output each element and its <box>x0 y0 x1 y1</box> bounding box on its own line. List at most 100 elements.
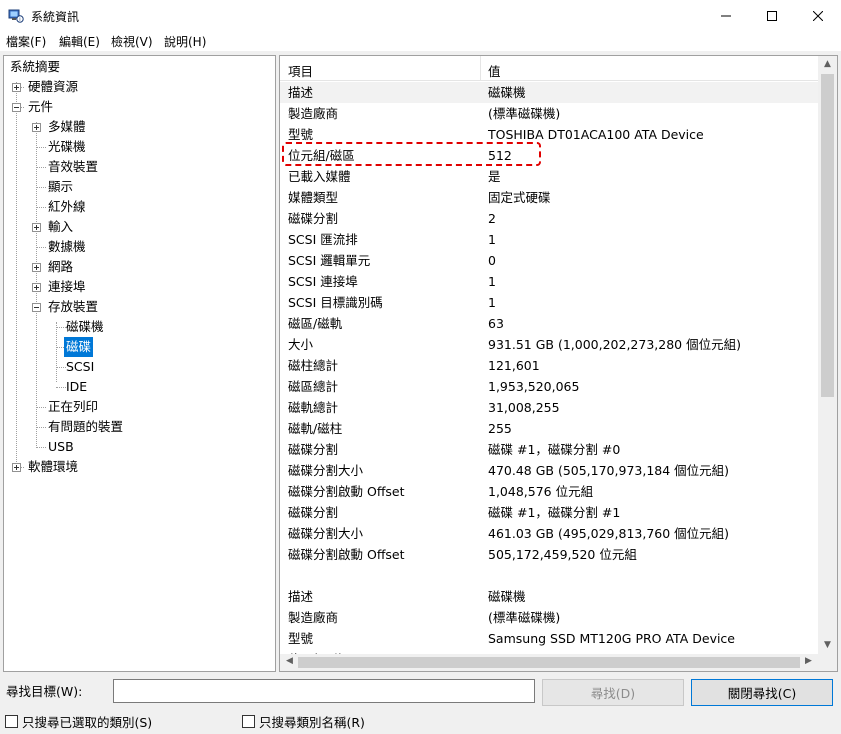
minimize-button[interactable] <box>703 0 749 31</box>
table-row[interactable]: 磁碟分割 磁碟 #1，磁碟分割 #0 <box>280 439 818 460</box>
menu-help[interactable]: 說明(H) <box>164 33 206 50</box>
value-cell: 505,172,459,520 位元組 <box>488 547 637 562</box>
svg-text:i: i <box>19 17 20 23</box>
table-row[interactable]: 描述 磁碟機 <box>280 82 818 103</box>
table-row[interactable]: SCSI 目標識別碼 1 <box>280 292 818 313</box>
tree-item-components[interactable]: 元件 <box>28 97 53 117</box>
tree-item-infrared[interactable]: 紅外線 <box>48 197 86 217</box>
minimize-icon <box>721 15 731 16</box>
table-row[interactable]: 磁柱總計 121,601 <box>280 355 818 376</box>
table-row[interactable]: 磁碟分割啟動 Offset 1,048,576 位元組 <box>280 481 818 502</box>
tree-item-usb[interactable]: USB <box>48 437 74 457</box>
menu-edit[interactable]: 編輯(E) <box>59 33 100 50</box>
scroll-right-icon[interactable]: ▶ <box>799 656 818 666</box>
expand-icon[interactable] <box>32 263 41 272</box>
tree-connector <box>36 207 46 208</box>
value-cell: 固定式硬碟 <box>488 190 551 205</box>
horizontal-scroll-thumb[interactable] <box>298 657 800 668</box>
table-row[interactable]: 型號 Samsung SSD MT120G PRO ATA Device <box>280 628 818 649</box>
tree-connector <box>36 407 46 408</box>
table-row[interactable]: SCSI 連接埠 1 <box>280 271 818 292</box>
find-button[interactable]: 尋找(D) <box>542 679 684 706</box>
table-row[interactable]: 製造廠商 (標準磁碟機) <box>280 607 818 628</box>
column-header-item[interactable]: 項目 <box>288 61 313 80</box>
value-cell: 63 <box>488 316 504 331</box>
tree-item-display[interactable]: 顯示 <box>48 177 73 197</box>
tree-item-modem[interactable]: 數據機 <box>48 237 86 257</box>
horizontal-scrollbar[interactable]: ◀ ▶ <box>280 654 818 671</box>
tree-item-problem-devices[interactable]: 有問題的裝置 <box>48 417 123 437</box>
table-row[interactable] <box>280 565 818 586</box>
collapse-icon[interactable] <box>32 303 41 312</box>
vertical-scrollbar[interactable]: ▲ ▼ <box>818 56 837 654</box>
scroll-up-icon[interactable]: ▲ <box>818 59 837 69</box>
value-cell: 1 <box>488 295 496 310</box>
category-tree[interactable]: 系統摘要 硬體資源 元件 多媒體 光碟機 音效裝置 顯示 紅外線 輸入 數據機 … <box>3 55 276 672</box>
item-cell: SCSI 連接埠 <box>288 274 358 289</box>
tree-item-disks[interactable]: 磁碟 <box>64 337 94 357</box>
scrollbar-corner <box>818 654 837 671</box>
table-row[interactable]: 描述 磁碟機 <box>280 586 818 607</box>
tree-item-drives[interactable]: 磁碟機 <box>66 317 104 337</box>
item-cell: SCSI 邏輯單元 <box>288 253 371 268</box>
value-cell: 1 <box>488 232 496 247</box>
tree-item-software-environment[interactable]: 軟體環境 <box>28 457 78 477</box>
maximize-button[interactable] <box>749 0 795 31</box>
search-category-names-checkbox[interactable]: 只搜尋類別名稱(R) <box>242 712 365 731</box>
table-row[interactable]: 磁區/磁軌 63 <box>280 313 818 334</box>
close-button[interactable] <box>795 0 841 31</box>
menu-view[interactable]: 檢視(V) <box>111 33 153 50</box>
table-row[interactable]: 磁碟分割 磁碟 #1，磁碟分割 #1 <box>280 502 818 523</box>
find-input[interactable] <box>113 679 535 703</box>
tree-item-printing[interactable]: 正在列印 <box>48 397 98 417</box>
expand-icon[interactable] <box>12 83 21 92</box>
tree-item-multimedia[interactable]: 多媒體 <box>48 117 86 137</box>
tree-item-system-summary[interactable]: 系統摘要 <box>10 57 60 77</box>
table-row[interactable]: 已載入媒體 是 <box>280 166 818 187</box>
tree-connector <box>36 247 46 248</box>
table-row[interactable]: 磁碟分割大小 461.03 GB (495,029,813,760 個位元組) <box>280 523 818 544</box>
tree-item-storage[interactable]: 存放裝置 <box>48 297 98 317</box>
table-row[interactable]: 媒體類型 固定式硬碟 <box>280 187 818 208</box>
expand-icon[interactable] <box>12 463 21 472</box>
table-row[interactable]: 磁軌總計 31,008,255 <box>280 397 818 418</box>
item-cell: 型號 <box>288 631 314 646</box>
table-row[interactable]: 磁碟分割 2 <box>280 208 818 229</box>
tree-item-scsi[interactable]: SCSI <box>66 357 94 377</box>
tree-connector <box>36 447 46 448</box>
tree-item-hardware-resources[interactable]: 硬體資源 <box>28 77 78 97</box>
table-row[interactable]: 製造廠商 (標準磁碟機) <box>280 103 818 124</box>
checkbox-box[interactable] <box>5 715 18 728</box>
tree-item-sound[interactable]: 音效裝置 <box>48 157 98 177</box>
column-divider[interactable] <box>480 56 481 81</box>
tree-connector <box>36 167 46 168</box>
menu-file[interactable]: 檔案(F) <box>6 33 46 50</box>
value-cell: (標準磁碟機) <box>488 610 561 625</box>
checkbox-box[interactable] <box>242 715 255 728</box>
close-find-button[interactable]: 關閉尋找(C) <box>691 679 833 706</box>
column-header-value[interactable]: 值 <box>488 61 501 80</box>
tree-item-ports[interactable]: 連接埠 <box>48 277 86 297</box>
table-row[interactable]: 磁碟分割大小 470.48 GB (505,170,973,184 個位元組) <box>280 460 818 481</box>
collapse-icon[interactable] <box>12 103 21 112</box>
tree-item-ide[interactable]: IDE <box>66 377 87 397</box>
search-selected-category-checkbox[interactable]: 只搜尋已選取的類別(S) <box>5 712 152 731</box>
scroll-down-icon[interactable]: ▼ <box>818 640 837 650</box>
tree-item-cdrom[interactable]: 光碟機 <box>48 137 86 157</box>
value-cell: 磁碟機 <box>488 589 526 604</box>
table-row[interactable]: 磁碟分割啟動 Offset 505,172,459,520 位元組 <box>280 544 818 565</box>
item-cell: 磁區總計 <box>288 379 339 394</box>
table-row[interactable]: SCSI 邏輯單元 0 <box>280 250 818 271</box>
tree-item-network[interactable]: 網路 <box>48 257 73 277</box>
tree-item-input[interactable]: 輸入 <box>48 217 73 237</box>
table-row[interactable]: SCSI 匯流排 1 <box>280 229 818 250</box>
expand-icon[interactable] <box>32 223 41 232</box>
vertical-scroll-thumb[interactable] <box>821 74 834 397</box>
table-row[interactable]: 大小 931.51 GB (1,000,202,273,280 個位元組) <box>280 334 818 355</box>
table-row[interactable]: 磁區總計 1,953,520,065 <box>280 376 818 397</box>
list-header: 項目 值 <box>280 56 818 81</box>
scroll-left-icon[interactable]: ◀ <box>280 656 299 666</box>
table-row[interactable]: 磁軌/磁柱 255 <box>280 418 818 439</box>
expand-icon[interactable] <box>32 283 41 292</box>
expand-icon[interactable] <box>32 123 41 132</box>
